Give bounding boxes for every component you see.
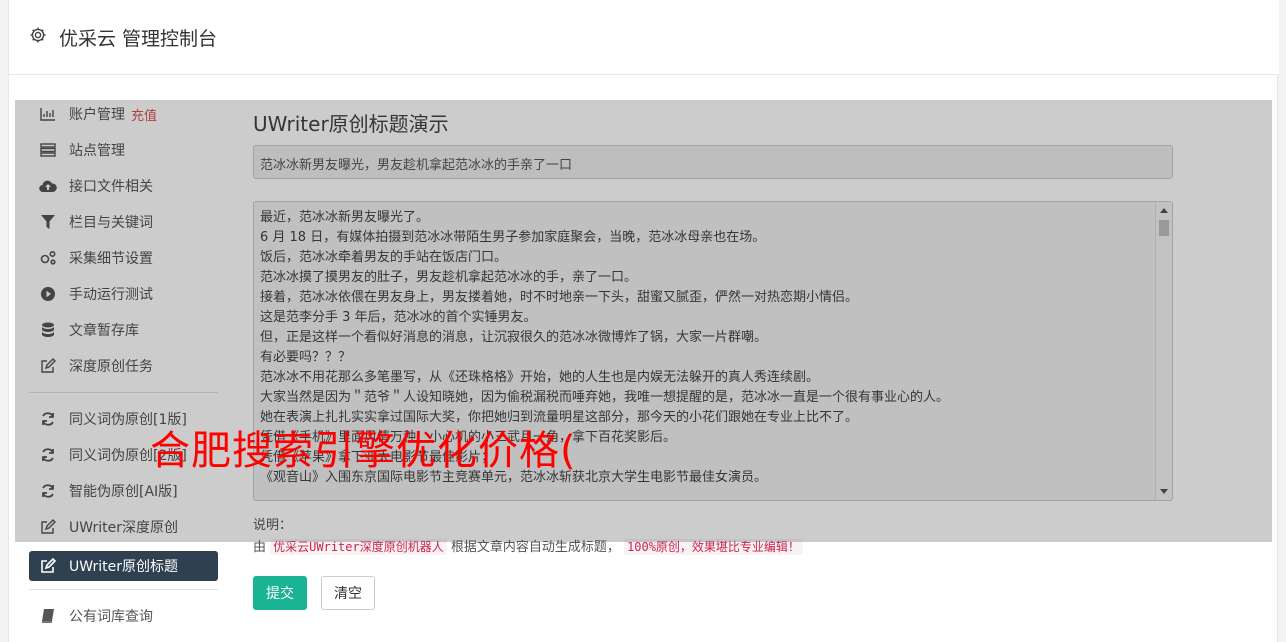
sidebar-item-label: 深度原创任务 [69,359,153,375]
sidebar-item-label: 采集细节设置 [69,251,153,267]
app-frame: 优采云 管理控制台 账户管理 充值 站点管理 接口文件相关 栏目与关键词 采集细… [8,0,1279,642]
sidebar-item-uwriter-deep[interactable]: UWriter深度原创 [29,509,218,545]
filter-icon [39,213,57,231]
sidebar-item-collect-settings[interactable]: 采集细节设置 [29,240,218,276]
sidebar-divider [29,589,218,590]
description-prefix: 由 [253,540,267,555]
sidebar-item-public-lexicon[interactable]: 公有词库查询 [29,598,218,634]
sidebar-item-label: 文章暂存库 [69,323,139,339]
edit-icon [39,357,57,375]
sidebar-item-label: UWriter原创标题 [69,559,178,575]
description-text: 由 优采云UWriter深度原创机器人 根据文章内容自动生成标题， 100%原创… [253,536,803,555]
sidebar-item-manual-run[interactable]: 手动运行测试 [29,276,218,312]
content-line: 有必要吗？？？ [260,350,352,365]
scroll-up-arrow-icon[interactable] [1160,208,1168,213]
refresh-icon [39,410,57,428]
book-icon [39,607,57,625]
page-header-title: 优采云 管理控制台 [59,28,218,50]
content-line: 范冰冰摸了摸男友的肚子，男友趁机拿起范冰冰的手，亲了一口。 [260,270,638,285]
scroll-down-arrow-icon[interactable] [1160,489,1168,494]
header: 优采云 管理控制台 [9,0,1279,75]
sidebar-item-uwriter-title[interactable]: UWriter原创标题 [29,551,218,581]
generated-title-field[interactable]: 范冰冰新男友曝光，男友趁机拿起范冰冰的手亲了一口 [253,145,1173,179]
sidebar-item-label: 智能伪原创[AI版] [69,484,178,500]
server-icon [39,141,57,159]
sidebar-item-label: 公有词库查询 [69,609,153,625]
sidebar-item-ai-rewrite[interactable]: 智能伪原创[AI版] [29,473,218,509]
sidebar-item-account[interactable]: 账户管理 充值 [29,96,218,132]
sidebar-item-label: 账户管理 [69,107,125,123]
description-middle: 根据文章内容自动生成标题， [450,540,620,555]
sidebar-item-article-storage[interactable]: 文章暂存库 [29,312,218,348]
clear-button[interactable]: 清空 [321,576,375,610]
sidebar: 账户管理 充值 站点管理 接口文件相关 栏目与关键词 采集细节设置 手动运行测试… [29,96,218,634]
description-label: 说明： [253,518,293,533]
refresh-icon [39,482,57,500]
sidebar-item-label: 栏目与关键词 [69,215,153,231]
sidebar-item-label: 站点管理 [69,143,125,159]
refresh-icon [39,446,57,464]
bar-chart-icon [39,105,57,123]
content-line: 大家当然是因为＂范爷＂人设知晓她，因为偷税漏税而唾弃她，我唯一想提醒的是，范冰冰… [260,390,950,405]
vertical-scrollbar[interactable] [1155,202,1172,500]
database-icon [39,321,57,339]
gear-icon [29,26,47,44]
sidebar-item-deep-original-tasks[interactable]: 深度原创任务 [29,348,218,384]
content-line: 6 月 18 日，有媒体拍摄到范冰冰带陌生男子参加家庭聚会，当晚，范冰冰母亲也在… [260,230,766,245]
sidebar-item-interface-files[interactable]: 接口文件相关 [29,168,218,204]
scroll-thumb[interactable] [1159,220,1169,236]
play-circle-icon [39,285,57,303]
submit-button[interactable]: 提交 [253,576,307,610]
sidebar-item-label: 接口文件相关 [69,179,153,195]
sidebar-divider [29,392,218,393]
watermark-text: 合肥搜索引擎优化价格( [150,428,577,474]
edit-icon [39,518,57,536]
content-line: 范冰冰不用花那么多笔墨写，从《还珠格格》开始，她的人生也是内娱无法躲开的真人秀连… [260,370,820,385]
content-line: 最近，范冰冰新男友曝光了。 [260,210,430,225]
content-line: 饭后，范冰冰牵着男友的手站在饭店门口。 [260,250,508,265]
content-line: 但，正是这样一个看似好消息的消息，让沉寂很久的范冰冰微博炸了锅，大家一片群嘲。 [260,330,768,345]
original-claim-code: 100%原创，效果堪比专业编辑！ [624,539,803,555]
sidebar-item-label: 手动运行测试 [69,287,153,303]
content-line: 接着，范冰冰依偎在男友身上，男友搂着她，时不时地亲一下头，甜蜜又腻歪，俨然一对热… [260,290,859,305]
sidebar-item-sites[interactable]: 站点管理 [29,132,218,168]
content-line: 这是范李分手 3 年后，范冰冰的首个实锤男友。 [260,310,537,325]
recharge-link[interactable]: 充值 [131,105,157,124]
sidebar-item-categories-keywords[interactable]: 栏目与关键词 [29,204,218,240]
page-title: UWriter原创标题演示 [253,112,449,136]
edit-icon [39,557,57,575]
robot-name-code: 优采云UWriter深度原创机器人 [270,539,447,555]
cloud-upload-icon [39,177,57,195]
sidebar-item-label: UWriter深度原创 [69,520,178,536]
gears-icon [39,249,57,267]
